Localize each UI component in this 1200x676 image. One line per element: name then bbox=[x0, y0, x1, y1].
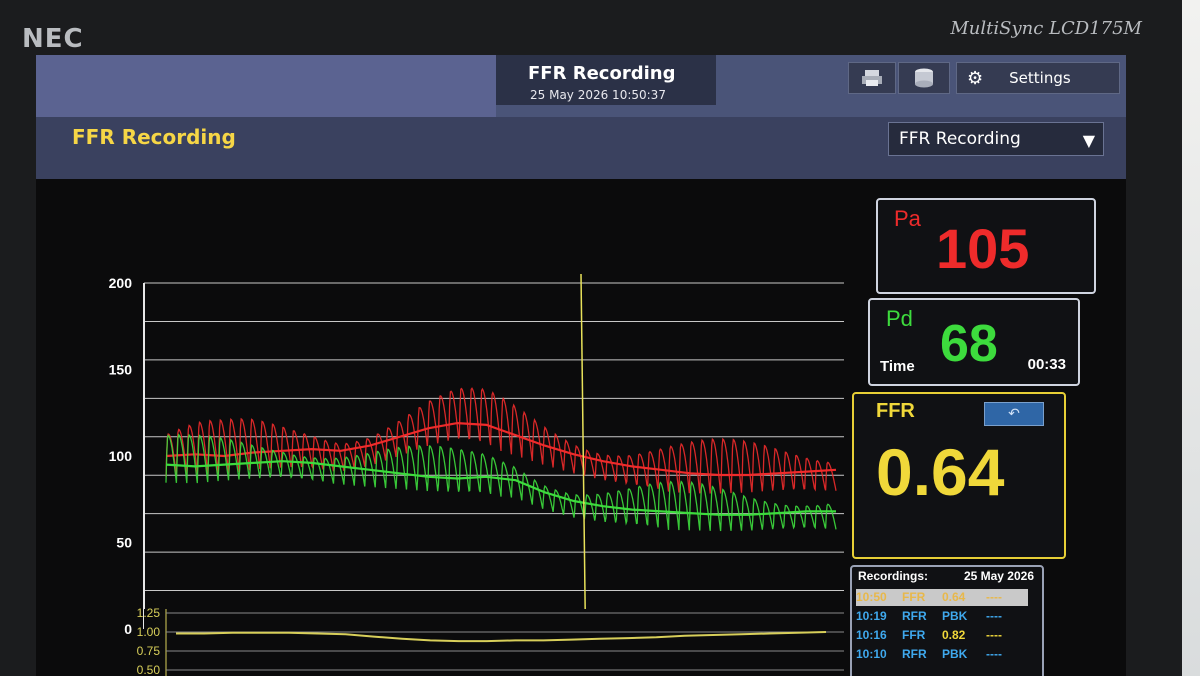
time-value: 00:33 bbox=[1027, 356, 1066, 373]
recording-time: 10:16 bbox=[856, 628, 887, 642]
recording-row[interactable]: 10:50 FFR 0.64 ---- bbox=[856, 589, 1028, 606]
y-tick-label: 200 bbox=[109, 275, 133, 291]
ffr-panel: FFR ↶ 0.64 bbox=[852, 392, 1066, 559]
database-icon bbox=[915, 68, 933, 88]
recording-extra: ---- bbox=[986, 590, 1002, 604]
ffr-tick-label: 0.75 bbox=[137, 644, 161, 658]
recording-row[interactable]: 10:10 RFR PBK ---- bbox=[856, 646, 1028, 663]
pd-panel: Pd 68 Time 00:33 bbox=[868, 298, 1080, 386]
monitor-model: MultiSync LCD175M bbox=[950, 18, 1142, 39]
pd-value: 68 bbox=[940, 315, 998, 373]
printer-icon bbox=[862, 70, 882, 86]
recording-value: PBK bbox=[942, 647, 968, 661]
pa-value: 105 bbox=[936, 217, 1030, 280]
recordings-title: Recordings: bbox=[858, 569, 929, 583]
monitor-brand: NEC bbox=[22, 24, 84, 54]
recording-row[interactable]: 10:16 FFR 0.82 ---- bbox=[856, 627, 1028, 644]
y-tick-label: 150 bbox=[109, 362, 133, 378]
dropdown-arrow-icon: ▼ bbox=[1082, 131, 1095, 150]
y-tick-label: 100 bbox=[109, 448, 133, 464]
patient-info-area bbox=[36, 55, 496, 117]
print-button[interactable] bbox=[848, 62, 896, 94]
app-title: FFR Recording bbox=[528, 63, 676, 84]
app-title-box: FFR Recording 25 May 2026 10:50:37 bbox=[496, 55, 716, 105]
recordings-date: 25 May 2026 bbox=[963, 569, 1034, 583]
y-tick-label: 50 bbox=[116, 535, 132, 551]
recording-row[interactable]: 10:19 RFR PBK ---- bbox=[856, 608, 1028, 625]
recording-type: FFR bbox=[902, 590, 926, 604]
top-bar: FFR Recording 25 May 2026 10:50:37 ⚙ Set… bbox=[36, 55, 1126, 117]
archive-button[interactable] bbox=[898, 62, 950, 94]
settings-label: Settings bbox=[1009, 69, 1071, 87]
recording-value: 0.64 bbox=[942, 590, 966, 604]
page-title: FFR Recording bbox=[72, 125, 236, 149]
undo-button[interactable]: ↶ bbox=[984, 402, 1044, 426]
ffr-tick-label: 0.50 bbox=[137, 663, 161, 676]
pd-label: Pd bbox=[886, 306, 913, 331]
app-datetime: 25 May 2026 10:50:37 bbox=[530, 88, 666, 102]
recording-type: FFR bbox=[902, 628, 926, 642]
recording-value: 0.82 bbox=[942, 628, 966, 642]
recording-value: PBK bbox=[942, 609, 968, 623]
mode-select-value: FFR Recording bbox=[899, 129, 1021, 149]
recording-time: 10:50 bbox=[856, 590, 887, 604]
recording-extra: ---- bbox=[986, 647, 1002, 661]
recording-extra: ---- bbox=[986, 628, 1002, 642]
recording-time: 10:19 bbox=[856, 609, 887, 623]
monitor-screen: FFR Recording 25 May 2026 10:50:37 ⚙ Set… bbox=[36, 55, 1126, 676]
settings-button[interactable]: ⚙ Settings bbox=[956, 62, 1120, 94]
pa-panel: Pa 105 bbox=[876, 198, 1096, 294]
undo-icon: ↶ bbox=[1008, 406, 1020, 422]
recordings-header: Recordings: 25 May 2026 bbox=[858, 569, 1034, 583]
recording-time: 10:10 bbox=[856, 647, 887, 661]
y-tick-label: 0 bbox=[124, 621, 132, 637]
recording-extra: ---- bbox=[986, 609, 1002, 623]
ffr-tick-label: 1.00 bbox=[137, 625, 161, 639]
ffr-tick-label: 1.25 bbox=[137, 606, 161, 620]
pressure-chart: 200 150 100 50 0 1.25 1.00 0.75 0.50 bbox=[109, 273, 844, 676]
ffr-strip-background bbox=[144, 609, 844, 676]
time-label: Time bbox=[880, 358, 915, 375]
mode-select[interactable]: FFR Recording ▼ bbox=[888, 122, 1104, 156]
pa-label: Pa bbox=[894, 206, 921, 231]
recording-type: RFR bbox=[902, 647, 927, 661]
ffr-label: FFR bbox=[876, 400, 915, 422]
recordings-panel: Recordings: 25 May 2026 10:50 FFR 0.64 ----… bbox=[850, 565, 1044, 676]
gear-icon: ⚙ bbox=[967, 67, 984, 89]
monitor-bezel: NEC MultiSync LCD175M FFR Recording 25 M… bbox=[0, 0, 1182, 676]
section-header: FFR Recording FFR Recording ▼ bbox=[36, 117, 1126, 179]
recording-type: RFR bbox=[902, 609, 927, 623]
ffr-value: 0.64 bbox=[876, 435, 1005, 509]
